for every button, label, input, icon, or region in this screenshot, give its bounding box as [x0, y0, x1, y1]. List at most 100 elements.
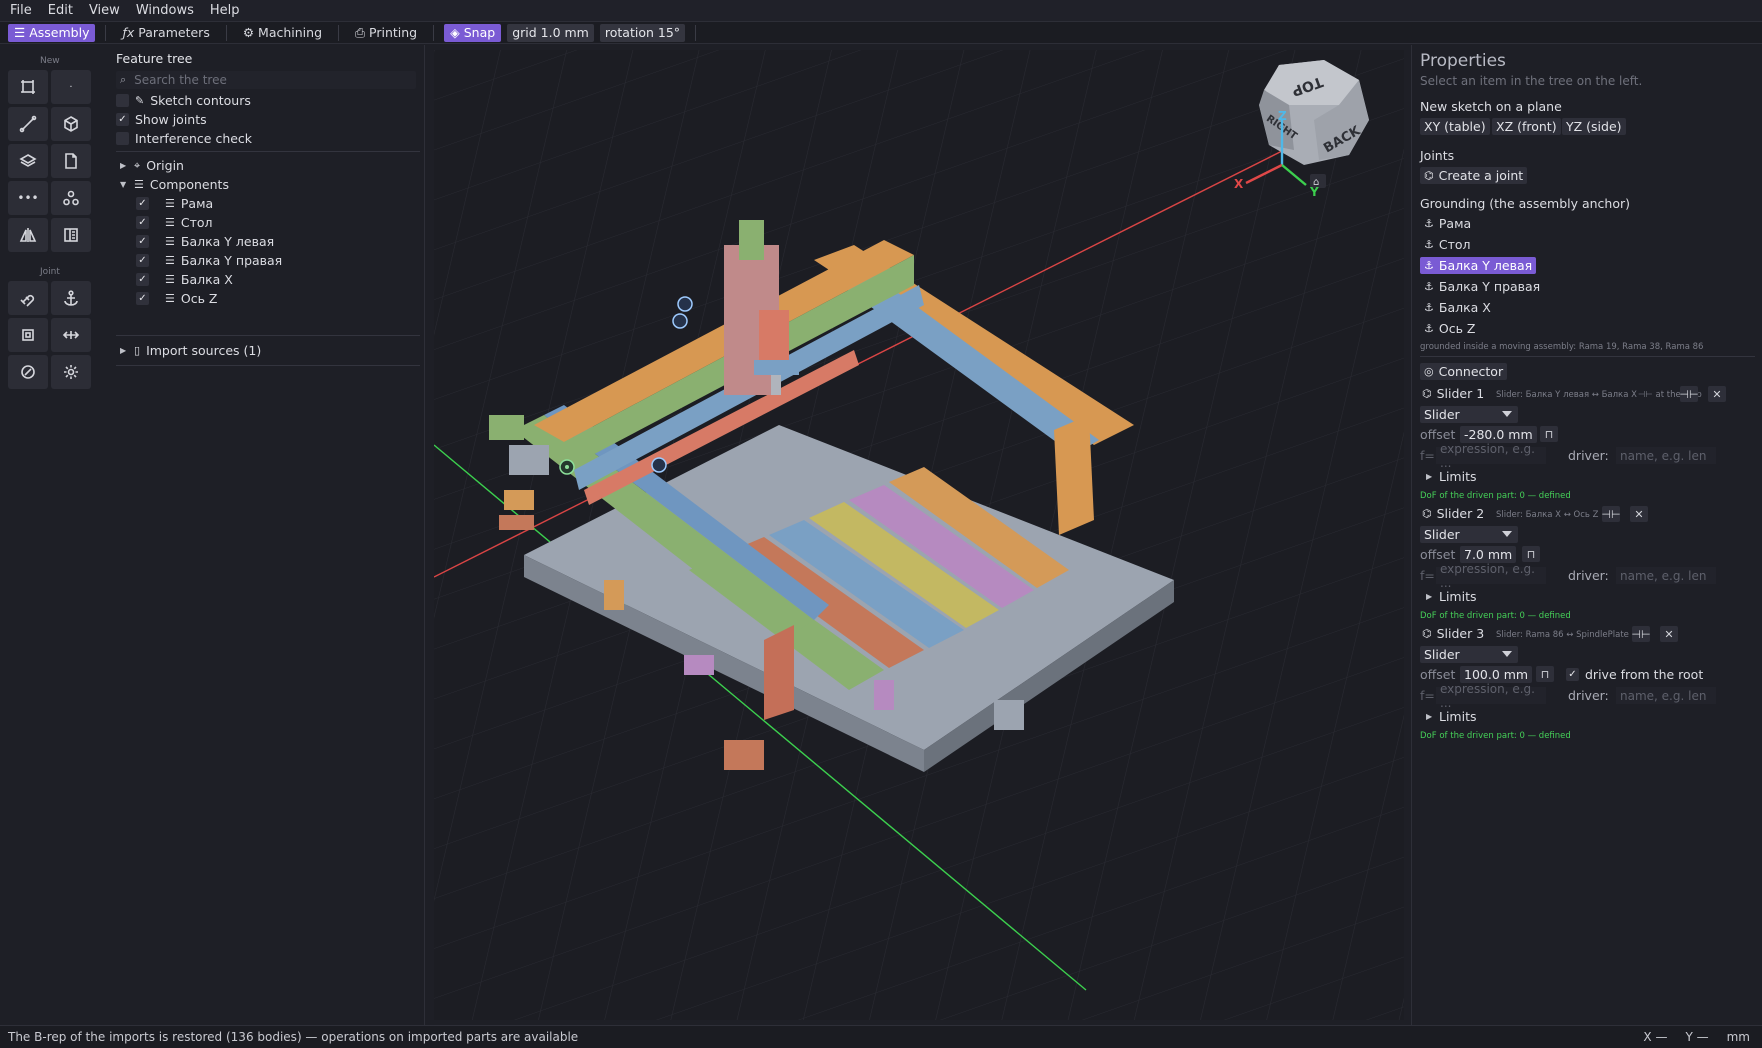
ground-item-selected[interactable]: ⚓ Балка Y левая: [1420, 257, 1537, 274]
new-line-button[interactable]: [8, 107, 48, 141]
joint-revolute-button[interactable]: [8, 355, 48, 389]
delete-joint-button[interactable]: ✕: [1708, 386, 1726, 402]
tree-item-component[interactable]: ✓ ☰ Балка Y правая: [136, 253, 282, 268]
limits-expander[interactable]: ▶ Limits: [1426, 469, 1477, 484]
tree-item-component[interactable]: ✓ ☰ Балка Y левая: [136, 234, 274, 249]
joint-frame-button[interactable]: [8, 318, 48, 352]
grid-setting[interactable]: grid 1.0 mm: [507, 23, 594, 42]
show-joints-toggle[interactable]: ✓ Show joints: [116, 112, 207, 127]
joint-magnet-button[interactable]: [8, 281, 48, 315]
driver-input[interactable]: name, e.g. len: [1616, 447, 1716, 464]
tab-parameters[interactable]: ƒx Parameters: [116, 24, 215, 42]
checkbox[interactable]: [116, 94, 129, 107]
tree-node-import-sources[interactable]: ▶ ▯ Import sources (1): [120, 343, 261, 358]
sketch-contours-toggle[interactable]: ✎ Sketch contours: [116, 93, 251, 108]
checkbox-checked[interactable]: ✓: [116, 113, 129, 126]
visibility-checkbox[interactable]: ✓: [136, 254, 149, 267]
joint-type-select[interactable]: Slider: [1420, 526, 1518, 543]
tree-item-component[interactable]: ✓ ☰ Стол: [136, 215, 213, 230]
new-panel-button[interactable]: [51, 218, 91, 252]
menu-help[interactable]: Help: [210, 3, 240, 18]
create-joint-button[interactable]: ⌬ Create a joint: [1420, 167, 1528, 184]
menu-file[interactable]: File: [10, 3, 32, 18]
lock-button[interactable]: ⊓: [1536, 666, 1554, 682]
tab-printing[interactable]: ⎙ Printing: [349, 24, 423, 42]
menu-view[interactable]: View: [89, 3, 120, 18]
offset-input[interactable]: 100.0 mm: [1460, 666, 1533, 683]
new-body-button[interactable]: [51, 107, 91, 141]
tree-item-component[interactable]: ✓ ☰ Рама: [136, 196, 213, 211]
tab-assembly[interactable]: ☰ Assembly: [8, 23, 96, 42]
scene-canvas[interactable]: TOP RIGHT BACK ⌂ Z X Y: [434, 50, 1404, 1020]
tree-item-component[interactable]: ✓ ☰ Балка X: [136, 272, 233, 287]
offset-input[interactable]: 7.0 mm: [1460, 546, 1517, 563]
expand-icon[interactable]: ▶: [120, 161, 128, 170]
drive-from-root-toggle[interactable]: ✓ drive from the root: [1566, 667, 1703, 682]
expression-input[interactable]: expression, e.g. ...: [1436, 442, 1546, 470]
new-layer-button[interactable]: [8, 144, 48, 178]
rotation-setting[interactable]: rotation 15°: [599, 23, 686, 42]
menu-windows[interactable]: Windows: [136, 3, 194, 18]
ground-item[interactable]: ⚓ Балка X: [1424, 300, 1491, 315]
grounding-heading: Grounding (the assembly anchor): [1420, 196, 1631, 211]
visibility-checkbox[interactable]: ✓: [136, 292, 149, 305]
interference-check-toggle[interactable]: Interference check: [116, 131, 252, 146]
menu-edit[interactable]: Edit: [48, 3, 73, 18]
ground-item[interactable]: ⚓ Стол: [1424, 237, 1471, 252]
visibility-checkbox[interactable]: ✓: [136, 235, 149, 248]
new-pattern-button[interactable]: •••: [8, 181, 48, 215]
new-group-button[interactable]: [51, 181, 91, 215]
3d-viewport[interactable]: TOP RIGHT BACK ⌂ Z X Y: [434, 50, 1404, 1020]
tab-machining[interactable]: ⚙ Machining: [237, 24, 328, 42]
lock-button[interactable]: ⊓: [1540, 426, 1558, 442]
joint-type-select[interactable]: Slider: [1420, 406, 1518, 423]
stop-button[interactable]: ⊣⊢: [1679, 386, 1699, 402]
plane-xz-button[interactable]: XZ (front): [1492, 118, 1561, 135]
joint-slider-button[interactable]: [51, 318, 91, 352]
plane-xy-button[interactable]: XY (table): [1420, 118, 1490, 135]
visibility-checkbox[interactable]: ✓: [136, 197, 149, 210]
visibility-checkbox[interactable]: ✓: [136, 273, 149, 286]
stop-button[interactable]: ⊣⊢: [1601, 506, 1621, 522]
checkbox-checked[interactable]: ✓: [1566, 668, 1579, 681]
expression-input[interactable]: expression, e.g. ...: [1436, 562, 1546, 590]
tree-search-input[interactable]: ⌕ Search the tree: [116, 71, 416, 89]
snap-toggle[interactable]: ◈ Snap: [444, 23, 502, 42]
joint-title[interactable]: ⌬ Slider 3: [1422, 626, 1484, 641]
delete-joint-button[interactable]: ✕: [1630, 506, 1648, 522]
joint-marker[interactable]: [651, 457, 667, 473]
new-point-button[interactable]: ·: [51, 70, 91, 104]
joint-settings-button[interactable]: [51, 355, 91, 389]
joint-anchor-button[interactable]: [51, 281, 91, 315]
plane-yz-button[interactable]: YZ (side): [1562, 118, 1626, 135]
lock-icon: ⊓: [1526, 547, 1536, 561]
limits-expander[interactable]: ▶ Limits: [1426, 709, 1477, 724]
ground-item[interactable]: ⚓ Ось Z: [1424, 321, 1476, 336]
collapse-icon[interactable]: ▼: [120, 180, 128, 189]
visibility-checkbox[interactable]: ✓: [136, 216, 149, 229]
tree-node-components[interactable]: ▼ ☰ Components: [120, 177, 229, 192]
driver-input[interactable]: name, e.g. len: [1616, 567, 1716, 584]
joint-type-select[interactable]: Slider: [1420, 646, 1518, 663]
lock-button[interactable]: ⊓: [1522, 546, 1540, 562]
delete-joint-button[interactable]: ✕: [1660, 626, 1678, 642]
expand-icon[interactable]: ▶: [120, 346, 128, 355]
checkbox[interactable]: [116, 132, 129, 145]
joint-marker[interactable]: [672, 313, 688, 329]
new-mirror-button[interactable]: [8, 218, 48, 252]
tree-item-component[interactable]: ✓ ☰ Ось Z: [136, 291, 218, 306]
expression-input[interactable]: expression, e.g. ...: [1436, 682, 1546, 710]
ground-item[interactable]: ⚓ Рама: [1424, 216, 1471, 231]
ground-item[interactable]: ⚓ Балка Y правая: [1424, 279, 1540, 294]
joint-title[interactable]: ⌬ Slider 1: [1422, 386, 1484, 401]
joint-title[interactable]: ⌬ Slider 2: [1422, 506, 1484, 521]
stop-button[interactable]: ⊣⊢: [1631, 626, 1651, 642]
offset-input[interactable]: -280.0 mm: [1460, 426, 1537, 443]
driver-input[interactable]: name, e.g. len: [1616, 687, 1716, 704]
tree-node-origin[interactable]: ▶ ⌖ Origin: [120, 158, 184, 173]
limits-expander[interactable]: ▶ Limits: [1426, 589, 1477, 604]
connector-button[interactable]: ◎ Connector: [1420, 363, 1508, 380]
new-document-button[interactable]: [51, 144, 91, 178]
joint-marker[interactable]: [677, 296, 693, 312]
new-frame-button[interactable]: [8, 70, 48, 104]
